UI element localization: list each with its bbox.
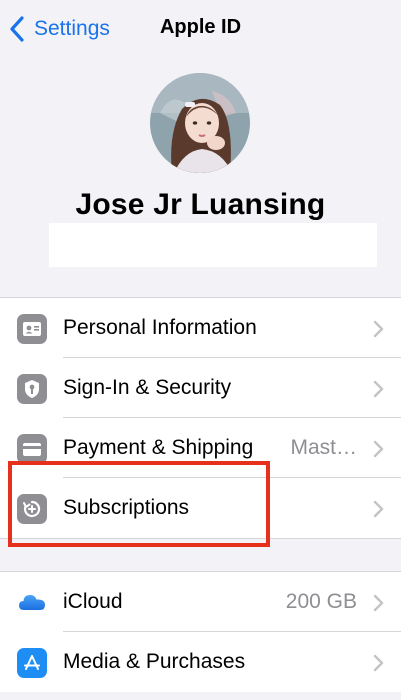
row-label: iCloud (63, 590, 123, 613)
chevron-right-icon (373, 320, 384, 338)
profile-name: Jose Jr Luansing (75, 188, 326, 221)
row-value: Mast… (290, 436, 357, 459)
row-label: Media & Purchases (63, 650, 246, 673)
services-group: iCloud 200 GB Media & Purchases (0, 571, 401, 692)
row-personal-information[interactable]: Personal Information (0, 298, 401, 358)
row-sign-in-security[interactable]: Sign-In & Security (0, 358, 401, 418)
row-label: Payment & Shipping (63, 436, 254, 459)
page-title: Apple ID (159, 16, 242, 38)
row-icloud[interactable]: iCloud 200 GB (0, 572, 401, 632)
navigation-bar: Settings Apple ID (0, 0, 401, 58)
chevron-right-icon (373, 654, 384, 672)
row-label: Personal Information (63, 316, 257, 339)
row-media-purchases[interactable]: Media & Purchases (0, 632, 401, 692)
app-store-icon (17, 648, 47, 678)
row-value: 200 GB (285, 590, 357, 613)
key-shield-icon (17, 374, 47, 404)
chevron-right-icon (373, 380, 384, 398)
row-label: Sign-In & Security (63, 376, 232, 399)
chevron-right-icon (373, 500, 384, 518)
chevron-right-icon (373, 440, 384, 458)
redacted-email (49, 223, 377, 267)
chevron-right-icon (373, 594, 384, 612)
credit-card-icon (17, 434, 47, 464)
avatar[interactable] (150, 73, 250, 173)
highlight-box (8, 461, 270, 547)
avatar-photo (150, 73, 250, 173)
person-card-icon (17, 314, 47, 344)
icloud-icon (17, 588, 47, 618)
